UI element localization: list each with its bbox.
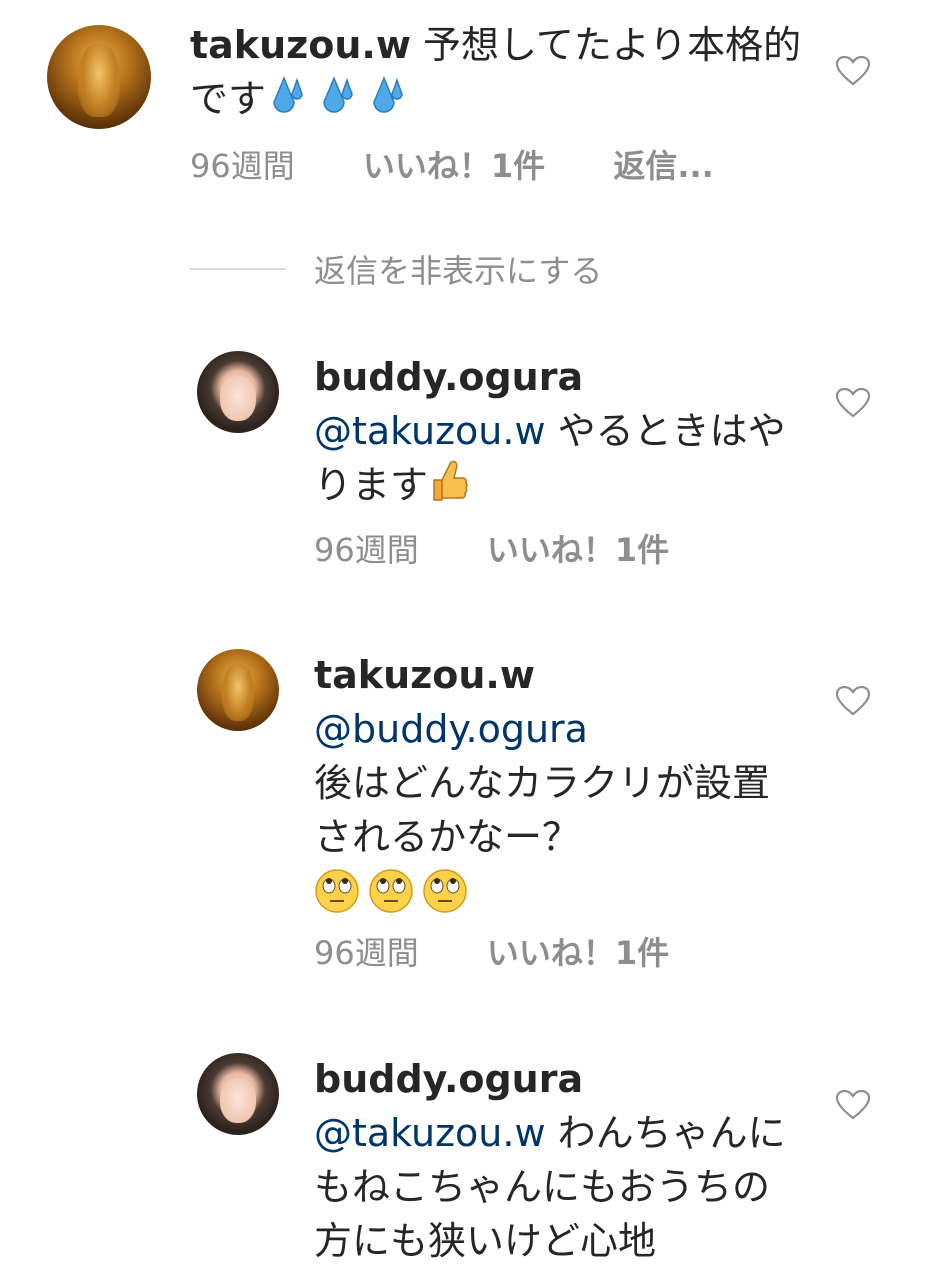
comment-body: takuzou.w 予想してたより本格的です: [190, 18, 810, 132]
avatar-takuzou[interactable]: [197, 649, 279, 731]
comment-meta: 96週間 いいね！1件 返信...: [190, 146, 714, 186]
reply-button[interactable]: 返信...: [613, 147, 713, 185]
like-heart-icon[interactable]: [836, 388, 870, 418]
reply-username[interactable]: buddy.ogura: [314, 350, 794, 404]
avatar-buddy[interactable]: [197, 1053, 279, 1135]
hide-replies-toggle[interactable]: 返信を非表示にする: [190, 246, 602, 292]
sweat-droplets-icon: [266, 72, 416, 132]
avatar-takuzou[interactable]: [47, 25, 151, 129]
bottom-edge: [0, 1272, 935, 1280]
divider-line: [190, 268, 286, 270]
like-heart-icon[interactable]: [836, 1090, 870, 1120]
reply-body: takuzou.w @buddy.ogura 後はどんなカラクリが設置されるかな…: [314, 648, 794, 928]
reply-body: buddy.ogura @takuzou.w わんちゃんにもねこちゃんにもおうち…: [314, 1052, 794, 1274]
thumbs-up-icon: [428, 458, 468, 518]
reply-mention[interactable]: @takuzou.w: [314, 1111, 546, 1155]
reply-time: 96週間: [314, 934, 419, 972]
reply-mention[interactable]: @buddy.ogura: [314, 702, 794, 756]
comment-username[interactable]: takuzou.w: [190, 23, 411, 67]
reply-text: 後はどんなカラクリが設置されるかなー？: [314, 761, 771, 859]
reply-likes-button[interactable]: いいね！1件: [487, 934, 669, 972]
reply-meta: 96週間 いいね！1件: [314, 933, 669, 973]
comment-time: 96週間: [190, 147, 295, 185]
reply-likes-button[interactable]: いいね！1件: [487, 531, 669, 569]
reply-username[interactable]: buddy.ogura: [314, 1052, 794, 1106]
reply-mention[interactable]: @takuzou.w: [314, 409, 546, 453]
like-heart-icon[interactable]: [836, 56, 870, 86]
avatar-buddy[interactable]: [197, 351, 279, 433]
comment-likes-button[interactable]: いいね！1件: [363, 147, 545, 185]
reply-body: buddy.ogura @takuzou.w やるときはやります: [314, 350, 794, 518]
hide-replies-label: 返信を非表示にする: [314, 252, 603, 290]
face-with-rolling-eyes-icon: [314, 868, 470, 928]
reply-time: 96週間: [314, 531, 419, 569]
reply-username[interactable]: takuzou.w: [314, 648, 794, 702]
reply-meta: 96週間 いいね！1件: [314, 530, 669, 570]
like-heart-icon[interactable]: [836, 686, 870, 716]
